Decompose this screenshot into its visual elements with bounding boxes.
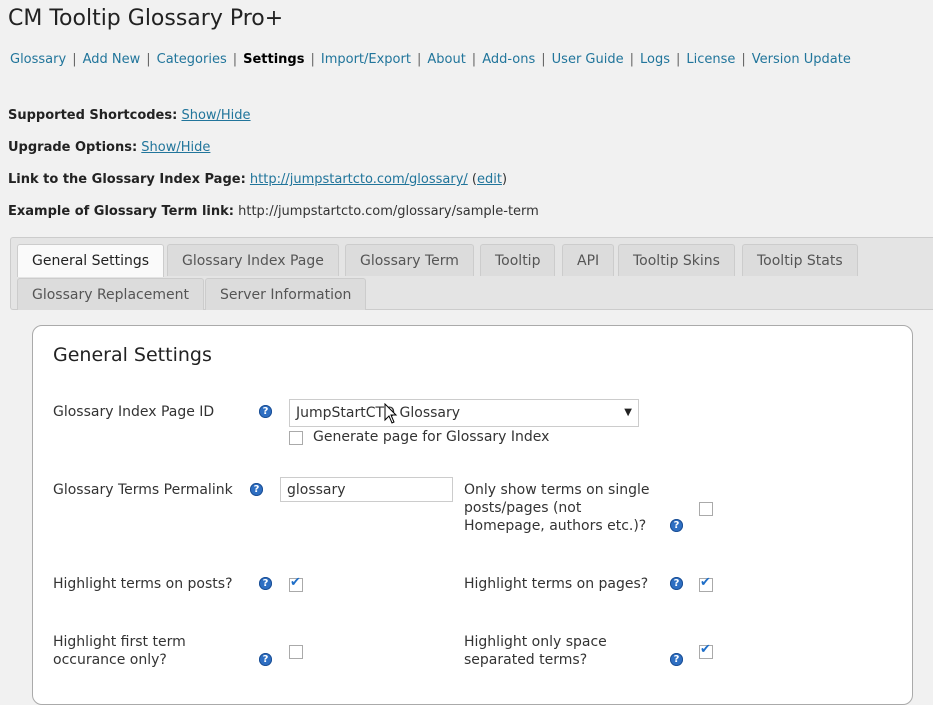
shortcodes-toggle-link[interactable]: Show/Hide [181, 108, 250, 123]
upgrade-label: Upgrade Options: [8, 140, 138, 155]
nav-item-version-update[interactable]: Version Update [752, 52, 851, 67]
settings-tabs: General Settings Glossary Index Page Glo… [10, 237, 933, 310]
check-icon: ✔ [290, 575, 301, 590]
nav-item-glossary[interactable]: Glossary [10, 52, 66, 67]
permalink-label: Glossary Terms Permalink [53, 482, 233, 498]
nav-separator: | [416, 52, 422, 67]
space-separated-checkbox[interactable]: ✔ [699, 642, 713, 659]
nav-item-add-new[interactable]: Add New [83, 52, 141, 67]
nav-separator: | [146, 52, 151, 67]
generate-index-checkbox[interactable] [289, 431, 303, 445]
check-icon: ✔ [700, 642, 711, 657]
tab-glossary-term[interactable]: Glossary Term [345, 244, 474, 276]
index-page-line: Link to the Glossary Index Page: http://… [8, 172, 507, 187]
nav-item-settings[interactable]: Settings [243, 52, 304, 67]
index-page-select[interactable]: JumpStartCTO Glossary ▼ [289, 399, 639, 427]
shortcodes-label: Supported Shortcodes: [8, 108, 178, 123]
nav-separator: | [232, 52, 238, 67]
tab-tooltip-stats[interactable]: Tooltip Stats [742, 244, 858, 276]
nav-separator: | [541, 52, 546, 67]
single-posts-checkbox[interactable] [699, 502, 713, 516]
tab-server-information[interactable]: Server Information [205, 278, 367, 310]
check-icon: ✔ [700, 575, 711, 590]
nav-item-import-export[interactable]: Import/Export [321, 52, 411, 67]
index-page-id-label: Glossary Index Page ID [53, 404, 215, 420]
help-icon[interactable]: ? [670, 519, 683, 532]
space-separated-label: Highlight only space separated terms? [464, 634, 607, 668]
nav-separator: | [741, 52, 746, 67]
edit-close-paren: ) [501, 172, 508, 187]
single-posts-label: Only show terms on single posts/pages (n… [464, 482, 650, 534]
index-page-url-link[interactable]: http://jumpstartcto.com/glossary/ [250, 172, 468, 187]
nav-item-add-ons[interactable]: Add-ons [482, 52, 535, 67]
shortcodes-line: Supported Shortcodes: Show/Hide [8, 108, 251, 123]
help-icon[interactable]: ? [250, 483, 263, 496]
index-page-selected-value: JumpStartCTO Glossary [296, 405, 461, 421]
highlight-pages-checkbox[interactable]: ✔ [699, 575, 713, 592]
highlight-pages-label: Highlight terms on pages? [464, 576, 649, 592]
tab-glossary-replacement[interactable]: Glossary Replacement [17, 278, 204, 310]
first-term-checkbox[interactable] [289, 645, 303, 659]
nav-separator: | [72, 52, 77, 67]
help-icon[interactable]: ? [259, 405, 272, 418]
nav-separator: | [629, 52, 634, 67]
chevron-down-icon: ▼ [624, 407, 632, 418]
index-page-label: Link to the Glossary Index Page: [8, 172, 246, 187]
highlight-posts-label: Highlight terms on posts? [53, 576, 233, 592]
nav-separator: | [471, 52, 477, 67]
example-term-url: http://jumpstartcto.com/glossary/sample-… [238, 204, 539, 219]
nav-item-categories[interactable]: Categories [157, 52, 227, 67]
tab-api[interactable]: API [562, 244, 615, 276]
panel-title: General Settings [53, 344, 212, 366]
help-icon[interactable]: ? [670, 653, 683, 666]
tab-glossary-index-page[interactable]: Glossary Index Page [167, 244, 339, 276]
upgrade-line: Upgrade Options: Show/Hide [8, 140, 210, 155]
highlight-posts-checkbox[interactable]: ✔ [289, 575, 303, 592]
help-icon[interactable]: ? [670, 577, 683, 590]
tab-tooltip-skins[interactable]: Tooltip Skins [618, 244, 735, 276]
nav-item-about[interactable]: About [427, 52, 465, 67]
nav-item-user-guide[interactable]: User Guide [552, 52, 624, 67]
generate-index-label: Generate page for Glossary Index [313, 429, 550, 445]
upgrade-toggle-link[interactable]: Show/Hide [141, 140, 210, 155]
help-icon[interactable]: ? [259, 653, 272, 666]
example-term-label: Example of Glossary Term link: [8, 204, 234, 219]
mouse-cursor-icon [384, 403, 398, 424]
nav-separator: | [676, 52, 681, 67]
tab-tooltip[interactable]: Tooltip [480, 244, 556, 276]
nav-separator: | [310, 52, 315, 67]
nav-item-logs[interactable]: Logs [640, 52, 670, 67]
settings-subnav: Glossary | Add New | Categories | Settings | Imp… [10, 52, 851, 67]
permalink-input[interactable] [280, 477, 453, 502]
page-title: CM Tooltip Glossary Pro+ [8, 6, 284, 31]
example-term-line: Example of Glossary Term link: http://ju… [8, 204, 539, 219]
nav-item-license[interactable]: License [686, 52, 735, 67]
tab-general-settings[interactable]: General Settings [17, 244, 165, 277]
edit-index-link[interactable]: edit [477, 172, 502, 187]
first-term-label: Highlight first term occurance only? [53, 634, 186, 668]
help-icon[interactable]: ? [259, 577, 272, 590]
